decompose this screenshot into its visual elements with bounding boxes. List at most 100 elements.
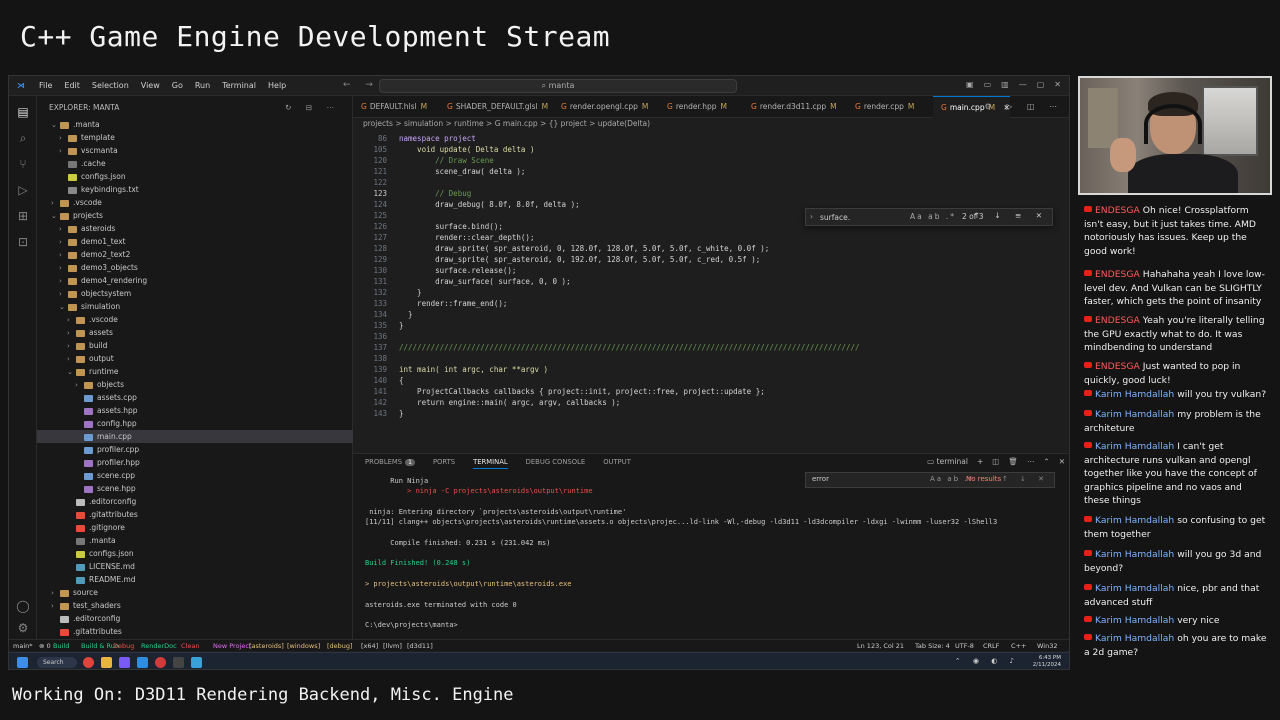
maximize-button[interactable]: ▢ xyxy=(1037,80,1045,89)
code-line[interactable]: 136 xyxy=(353,331,1053,342)
code-line[interactable]: 133 render::frame_end(); xyxy=(353,298,1053,309)
status-item[interactable]: RenderDoc xyxy=(141,641,177,651)
search-icon[interactable]: ⌕ xyxy=(15,130,31,146)
status-item[interactable]: New Project xyxy=(213,641,251,651)
tree-item[interactable]: › asteroids xyxy=(37,222,353,235)
file-explorer-icon[interactable] xyxy=(101,657,112,668)
status-lang[interactable]: C++ xyxy=(1011,641,1026,651)
code-line[interactable]: 105 void update( Delta delta ) xyxy=(353,144,1053,155)
status-encoding[interactable]: UTF-8 xyxy=(955,641,974,651)
tree-item[interactable]: › build xyxy=(37,339,353,352)
tab-terminal[interactable]: TERMINAL xyxy=(473,458,508,469)
code-line[interactable]: 120 // Draw Scene xyxy=(353,155,1053,166)
tree-item[interactable]: scene.hpp xyxy=(37,482,353,495)
tree-item[interactable]: assets.cpp xyxy=(37,391,353,404)
new-terminal-icon[interactable]: + xyxy=(977,457,983,466)
tree-item[interactable]: ⌄ .manta xyxy=(37,118,353,131)
status-item[interactable]: [asteroids] xyxy=(249,641,284,651)
tab-debug-console[interactable]: DEBUG CONSOLE xyxy=(526,458,586,469)
status-item[interactable]: [debug] xyxy=(327,641,353,651)
status-eol[interactable]: CRLF xyxy=(983,641,999,651)
status-item[interactable]: Clean xyxy=(181,641,199,651)
tree-item[interactable]: › test_shaders xyxy=(37,599,353,612)
menu-view[interactable]: View xyxy=(141,81,160,90)
menu-help[interactable]: Help xyxy=(268,81,286,90)
tree-item[interactable]: README.md xyxy=(37,573,353,586)
terminal-taskbar-icon[interactable] xyxy=(173,657,184,668)
accounts-icon[interactable]: ◯ xyxy=(15,598,31,614)
status-item[interactable]: Build xyxy=(53,641,69,651)
tree-item[interactable]: › .vscode xyxy=(37,196,353,209)
status-item[interactable]: main* xyxy=(13,641,33,651)
tree-item[interactable]: › assets xyxy=(37,326,353,339)
tree-item[interactable]: .gitattributes xyxy=(37,625,353,638)
editor-tab[interactable]: Grender.cpp M xyxy=(847,96,914,118)
code-line[interactable]: 86 namespace project xyxy=(353,133,1053,144)
code-editor[interactable]: 86 namespace project 105 void update( Delt… xyxy=(353,131,1069,437)
editor-tab[interactable]: Grender.d3d11.cpp M xyxy=(743,96,837,118)
tree-item[interactable]: main.cpp xyxy=(37,430,353,443)
tree-item[interactable]: › demo4_rendering xyxy=(37,274,353,287)
code-line[interactable]: 135} xyxy=(353,320,1053,331)
tree-item[interactable]: ⌄ projects xyxy=(37,209,353,222)
tree-item[interactable]: scene.cpp xyxy=(37,469,353,482)
tree-item[interactable]: profiler.cpp xyxy=(37,443,353,456)
code-line[interactable]: 127 render::clear_depth(); xyxy=(353,232,1053,243)
explorer-actions[interactable]: ↻ ⊟ ⋯ xyxy=(285,103,340,112)
tree-item[interactable]: ⌄ simulation xyxy=(37,300,353,313)
tree-item[interactable]: › source xyxy=(37,586,353,599)
app-taskbar-icon[interactable] xyxy=(191,657,202,668)
code-line[interactable]: 122 xyxy=(353,177,1053,188)
command-center-search[interactable]: ⌕ manta xyxy=(379,79,737,93)
tree-item[interactable]: assets.hpp xyxy=(37,404,353,417)
customize-layout-icon[interactable]: ▥ xyxy=(1001,80,1009,89)
status-item[interactable]: Debug xyxy=(113,641,134,651)
terminal-find-input[interactable]: error xyxy=(812,475,829,483)
files-icon[interactable]: ▤ xyxy=(15,104,31,120)
find-expand-icon[interactable]: › xyxy=(810,212,813,221)
tree-item[interactable]: ⌄ runtime xyxy=(37,365,353,378)
breadcrumb[interactable]: projects > simulation > runtime > G main… xyxy=(363,119,650,131)
menu-selection[interactable]: Selection xyxy=(92,81,129,90)
menu-terminal[interactable]: Terminal xyxy=(222,81,256,90)
code-line[interactable]: 132 } xyxy=(353,287,1053,298)
tree-item[interactable]: configs.json xyxy=(37,170,353,183)
maximize-panel-icon[interactable]: ⌃ xyxy=(1043,457,1049,466)
menu-file[interactable]: File xyxy=(39,81,52,90)
tree-item[interactable]: configs.json xyxy=(37,547,353,560)
tree-item[interactable]: › vscmanta xyxy=(37,144,353,157)
status-tabsize[interactable]: Tab Size: 4 xyxy=(915,641,950,651)
chrome-icon[interactable] xyxy=(83,657,94,668)
editor-actions[interactable]: ⚙ ▷ ◫ ⋯ xyxy=(984,102,1063,111)
vscode-taskbar-icon[interactable] xyxy=(137,657,148,668)
code-line[interactable]: 134 } xyxy=(353,309,1053,320)
tree-item[interactable]: › template xyxy=(37,131,353,144)
menu-go[interactable]: Go xyxy=(172,81,183,90)
tree-item[interactable]: › output xyxy=(37,352,353,365)
tab-ports[interactable]: PORTS xyxy=(433,458,455,469)
find-navigation[interactable]: ↑ ↓ ≡ ✕ xyxy=(974,211,1048,220)
code-line[interactable]: 129 draw_sprite( spr_asteroid, 0, 192.0f… xyxy=(353,254,1053,265)
terminal-find-nav[interactable]: ↑ ↓ ✕ xyxy=(1002,475,1049,483)
menu-run[interactable]: Run xyxy=(195,81,210,90)
tab-problems[interactable]: PROBLEMS 1 xyxy=(365,458,415,469)
tree-item[interactable]: .editorconfig xyxy=(37,612,353,625)
status-position[interactable]: Ln 123, Col 21 xyxy=(857,641,904,651)
code-line[interactable]: 140 { xyxy=(353,375,1053,386)
taskbar-clock[interactable]: 6:43 PM 2/11/2024 xyxy=(1033,655,1061,669)
tree-item[interactable]: LICENSE.md xyxy=(37,560,353,573)
editor-tab[interactable]: Grender.opengl.cpp M xyxy=(553,96,648,118)
status-item[interactable]: [d3d11] xyxy=(407,641,433,651)
tree-item[interactable]: .manta xyxy=(37,534,353,547)
terminal-selector[interactable]: ▭ terminal xyxy=(927,457,968,466)
code-line[interactable]: 123 // Debug xyxy=(353,188,1053,199)
editor-tab[interactable]: G SHADER_DEFAULT.glsl M xyxy=(439,96,548,118)
taskbar-search[interactable]: Search xyxy=(37,657,77,668)
code-line[interactable]: 138 xyxy=(353,353,1053,364)
extensions-icon[interactable]: ⊞ xyxy=(15,208,31,224)
code-line[interactable]: 143} xyxy=(353,408,1053,419)
run-debug-icon[interactable]: ▷ xyxy=(15,182,31,198)
tree-item[interactable]: › .vscode xyxy=(37,313,353,326)
status-item[interactable]: [windows] xyxy=(287,641,320,651)
status-item[interactable]: ⊗ 0 xyxy=(39,641,51,651)
